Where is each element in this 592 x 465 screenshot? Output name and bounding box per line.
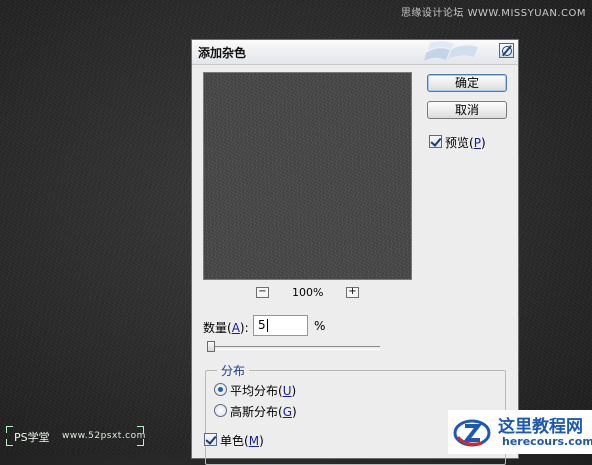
monochrome-checkbox-label: 单色(M) xyxy=(220,434,264,448)
logo-corner xyxy=(6,426,13,433)
ps-logo-text: PS学堂 xyxy=(14,431,50,444)
ok-button[interactable]: 确定 xyxy=(427,74,507,92)
close-button[interactable] xyxy=(499,43,514,58)
zoom-level: 100% xyxy=(292,286,324,299)
amount-slider-thumb[interactable] xyxy=(207,341,215,352)
uniform-label-text: 平均分布 xyxy=(230,384,279,398)
amount-value: 5 xyxy=(258,318,266,332)
preview-checkbox-label: 预览(P) xyxy=(445,136,486,150)
amount-unit: % xyxy=(314,319,326,333)
gaussian-radio-label: 高斯分布(G) xyxy=(230,405,297,419)
amount-label: 数量(A): xyxy=(203,321,249,335)
distribution-title: 分布 xyxy=(217,362,250,379)
amount-input[interactable]: 5 xyxy=(253,315,308,336)
windows-logo-icon xyxy=(424,41,478,61)
monochrome-label-text: 单色 xyxy=(220,434,245,448)
uniform-mnemonic: U xyxy=(282,384,292,398)
gaussian-mnemonic: G xyxy=(282,405,293,419)
gaussian-label-text: 高斯分布 xyxy=(230,405,279,419)
monochrome-mnemonic: M xyxy=(248,434,260,448)
site-logo-icon xyxy=(453,419,491,447)
gaussian-radio[interactable] xyxy=(214,404,227,417)
dialog-titlebar[interactable]: 添加杂色 xyxy=(192,40,518,65)
amount-slider-track[interactable] xyxy=(207,346,380,350)
text-caret xyxy=(266,319,268,332)
preview-mnemonic: P xyxy=(473,136,481,150)
amount-label-text: 数量 xyxy=(203,321,228,335)
watermark-top: 思缘设计论坛 WWW.MISSYUAN.COM xyxy=(400,8,586,19)
noise-preview-pane[interactable] xyxy=(203,72,412,280)
logo-corner xyxy=(6,439,13,446)
zoom-out-button[interactable]: − xyxy=(256,287,269,298)
add-noise-dialog: 添加杂色 − 100% + 确定 取消 预览(P) 数量(A): 5 % 分布 … xyxy=(191,39,519,465)
site-url: herecours.com xyxy=(502,435,592,448)
amount-mnemonic: A xyxy=(231,321,240,335)
ps-logo-url: www.52psxt.com xyxy=(62,431,146,441)
site-watermark: 这里教程网 herecours.com xyxy=(448,410,592,454)
uniform-radio[interactable] xyxy=(214,383,227,396)
monochrome-checkbox[interactable] xyxy=(204,433,217,446)
preview-checkbox[interactable] xyxy=(429,135,442,148)
uniform-radio-label: 平均分布(U) xyxy=(230,384,297,398)
site-name: 这里教程网 xyxy=(498,417,583,437)
dialog-title: 添加杂色 xyxy=(198,46,247,60)
ps-school-logo: PS学堂 www.52psxt.com xyxy=(6,426,146,446)
preview-label-text: 预览 xyxy=(445,136,470,150)
cancel-button[interactable]: 取消 xyxy=(427,101,507,119)
zoom-in-button[interactable]: + xyxy=(346,287,359,298)
